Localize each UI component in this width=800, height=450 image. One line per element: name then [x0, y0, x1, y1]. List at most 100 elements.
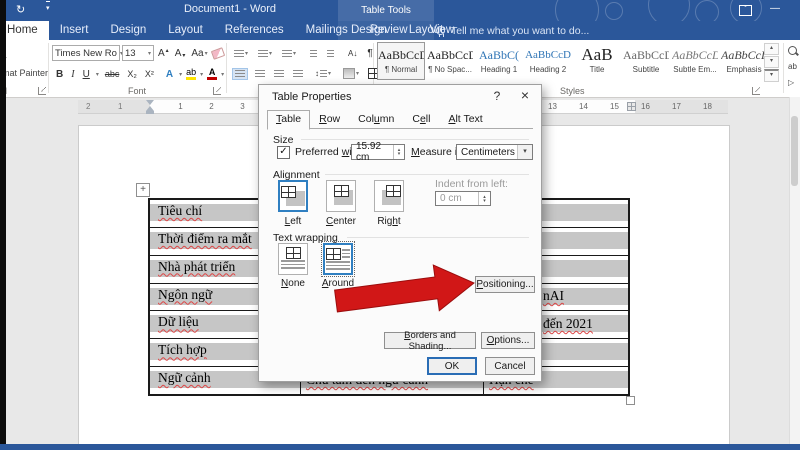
ribbon-tab[interactable]: Design — [99, 21, 157, 40]
find-icon[interactable] — [788, 46, 797, 55]
dialog-tab[interactable]: Column — [349, 110, 403, 130]
font-color-button[interactable]: A — [207, 68, 217, 80]
style-gallery-item[interactable]: AaB Title — [573, 42, 621, 80]
help-button[interactable]: ? — [489, 89, 505, 103]
dialog-tab[interactable]: Table — [267, 110, 310, 130]
grow-font-button[interactable]: A▴ — [156, 47, 171, 60]
align-left-button[interactable] — [232, 68, 248, 80]
show-paragraph-marks-button[interactable]: ¶ — [365, 47, 374, 60]
tell-me-box[interactable]: Tell me what you want to do... — [436, 21, 589, 40]
borders-and-shading-button[interactable]: Borders and Shading... — [384, 332, 476, 349]
close-icon[interactable]: × — [517, 87, 533, 103]
superscript-button[interactable]: X² — [143, 68, 156, 80]
style-gallery-item[interactable]: AaBbCcDi Subtle Em... — [671, 42, 719, 80]
qat-customize-icon[interactable]: ▾ — [46, 1, 50, 12]
ok-button[interactable]: OK — [427, 357, 477, 375]
ruler-number: 15 — [599, 100, 630, 113]
highlight-button[interactable]: ab — [186, 68, 196, 80]
line-spacing-button[interactable]: ↕▾ — [313, 68, 333, 79]
preferred-width-checkbox[interactable]: ✓ — [277, 146, 290, 159]
ruler-number: 18 — [692, 100, 723, 113]
align-left-label: Left — [273, 216, 313, 227]
align-left-option[interactable] — [278, 180, 308, 212]
select-icon[interactable]: ▷ — [788, 78, 794, 87]
table-move-handle[interactable]: + — [136, 183, 150, 197]
group-rule — [347, 237, 529, 238]
text-effects-button[interactable]: A — [164, 68, 175, 81]
justify-button[interactable] — [291, 69, 305, 79]
sort-button[interactable]: A↓ — [346, 48, 359, 59]
clipboard-dialog-launcher-icon[interactable] — [38, 87, 46, 95]
first-line-indent-marker[interactable] — [146, 100, 154, 105]
measure-in-dropdown[interactable]: Centimeters ▾ — [456, 144, 533, 160]
dialog-tab[interactable]: Row — [310, 110, 349, 130]
styles-dialog-launcher-icon[interactable] — [752, 87, 760, 95]
style-gallery-item[interactable]: AaBbCcDi Emphasis — [720, 42, 768, 80]
undo-icon[interactable]: ↻ — [16, 3, 25, 16]
style-gallery-item[interactable]: AaBbC( Heading 1 — [475, 42, 523, 80]
dialog-tab[interactable]: Alt Text — [439, 110, 491, 130]
shading-button[interactable]: ▾ — [341, 67, 361, 80]
minimize-button[interactable]: — — [770, 3, 780, 14]
multilevel-list-button[interactable]: ▾ — [280, 49, 298, 59]
strikethrough-button[interactable]: abc — [103, 68, 122, 80]
ribbon-tab[interactable]: Insert — [49, 21, 100, 40]
subscript-button[interactable]: X₂ — [125, 68, 139, 80]
style-sample: AaBbCcDi — [672, 45, 718, 65]
ribbon-context-tab[interactable]: Design — [340, 21, 398, 40]
ribbon-display-options-icon[interactable]: ˆ — [739, 5, 752, 16]
align-center-option[interactable] — [326, 180, 356, 212]
size-group-label: Size — [273, 134, 293, 146]
styles-scroll-up-icon[interactable]: ▴ — [764, 43, 779, 55]
preferred-width-input[interactable]: 15.92 cm ▴▾ — [351, 144, 405, 160]
align-right-button[interactable] — [272, 69, 286, 79]
options-button[interactable]: Options... — [481, 332, 535, 349]
cancel-button[interactable]: Cancel — [485, 357, 535, 375]
bullets-button[interactable]: ▾ — [232, 49, 250, 59]
increase-indent-button[interactable] — [325, 49, 336, 59]
lightbulb-icon — [436, 26, 445, 35]
vertical-scrollbar-thumb[interactable] — [791, 116, 798, 186]
font-name-combo[interactable]: Times New Ro▾ — [52, 45, 120, 61]
decrease-indent-button[interactable] — [308, 49, 319, 59]
dialog-tab[interactable]: Cell — [403, 110, 439, 130]
styles-group-label: Styles — [560, 86, 585, 96]
style-gallery-item[interactable]: AaBbCcD Heading 2 — [524, 42, 572, 80]
style-name: ¶ No Spac... — [427, 65, 473, 74]
clear-formatting-icon[interactable] — [210, 47, 224, 60]
group-rule — [325, 174, 529, 175]
ribbon-tab[interactable]: References — [214, 21, 295, 40]
wrap-none-option[interactable] — [278, 243, 308, 275]
styles-scroll-down-icon[interactable]: ▾ — [764, 56, 779, 68]
table-resize-handle[interactable] — [626, 396, 635, 405]
italic-button[interactable]: I — [69, 68, 76, 81]
align-center-label: Center — [321, 216, 361, 227]
measure-in-value: Centimeters — [461, 147, 515, 158]
numbering-button[interactable]: ▾ — [256, 49, 274, 59]
styles-more-icon[interactable]: ▾ — [764, 69, 779, 82]
ribbon-tab[interactable]: Home — [0, 21, 49, 40]
preferred-width-value: 15.92 cm — [356, 141, 393, 163]
font-size-combo[interactable]: 13▾ — [122, 45, 154, 61]
width-spinner[interactable]: ▴▾ — [393, 145, 404, 159]
hanging-indent-marker[interactable] — [146, 106, 154, 114]
format-painter-button[interactable]: mat Painter — [2, 68, 48, 78]
style-gallery-item[interactable]: AaBbCcDc ¶ No Spac... — [426, 42, 474, 80]
style-gallery-item[interactable]: AaBbCcD Subtitle — [622, 42, 670, 80]
change-case-button[interactable]: Aa▾ — [189, 47, 209, 60]
table-column-marker[interactable] — [627, 102, 636, 111]
style-sample: AaB — [574, 45, 620, 65]
underline-button[interactable]: U — [81, 68, 92, 81]
ribbon-tab[interactable]: Layout — [157, 21, 214, 40]
align-right-option[interactable] — [374, 180, 404, 212]
align-center-button[interactable] — [253, 69, 267, 79]
font-dialog-launcher-icon[interactable] — [213, 87, 221, 95]
replace-icon[interactable]: ab — [788, 62, 797, 71]
ruler-number: 2 — [196, 100, 227, 113]
shrink-font-button[interactable]: A▾ — [173, 47, 188, 60]
status-bar — [0, 444, 800, 450]
title-bar: ↻ ▾ Document1 - Word Table Tools ˆ — — [0, 0, 800, 21]
font-name-value: Times New Ro — [55, 48, 117, 59]
style-gallery-item[interactable]: AaBbCcDc ¶ Normal — [377, 42, 425, 80]
bold-button[interactable]: B — [54, 68, 65, 81]
